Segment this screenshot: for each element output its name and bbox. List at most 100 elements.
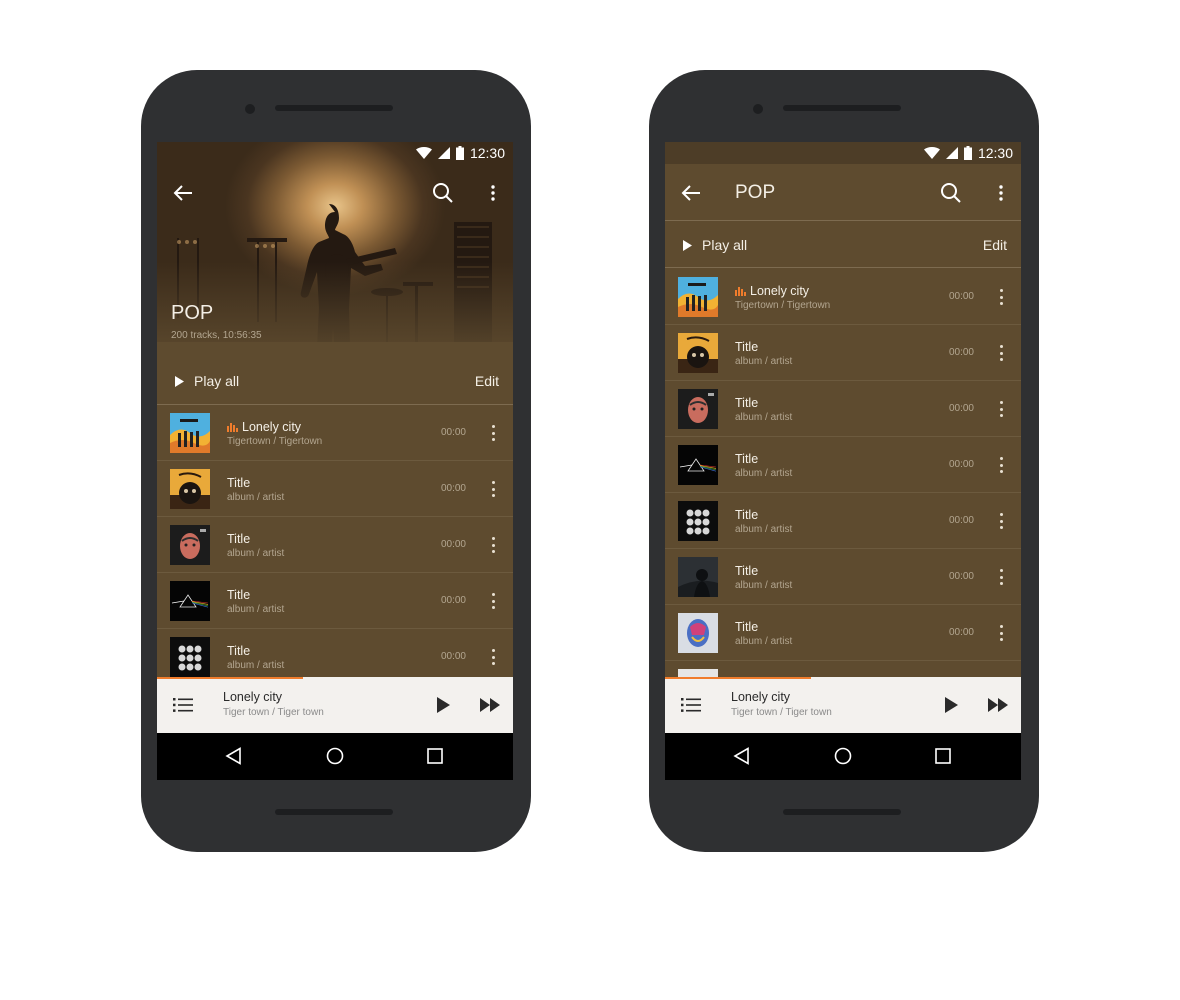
back-button[interactable] <box>677 179 705 207</box>
track-more-button[interactable] <box>489 591 497 611</box>
queue-button[interactable] <box>169 691 197 719</box>
queue-button[interactable] <box>677 691 705 719</box>
track-more-button[interactable] <box>997 287 1005 307</box>
album-art-4 <box>170 581 210 621</box>
track-duration: 00:00 <box>948 515 974 526</box>
track-more-button[interactable] <box>997 399 1005 419</box>
arrow-left-icon <box>681 185 700 201</box>
album-art-4 <box>678 445 718 485</box>
front-camera <box>753 104 763 114</box>
playlist-info: 200 tracks, 10:56:35 <box>171 330 262 341</box>
nav-back-button[interactable] <box>728 742 756 770</box>
nav-home-icon <box>326 747 344 765</box>
system-nav-bar <box>665 733 1021 780</box>
track-row[interactable]: Title album / artist 00:00 <box>665 549 1021 605</box>
track-more-button[interactable] <box>489 535 497 555</box>
track-subtitle: album / artist <box>735 412 793 423</box>
play-all-button[interactable]: Play all <box>175 357 239 405</box>
cell-signal-icon <box>945 147 958 159</box>
track-more-button[interactable] <box>997 511 1005 531</box>
track-row[interactable]: Title album / artist 00:00 <box>665 493 1021 549</box>
play-button[interactable] <box>429 691 457 719</box>
fast-forward-icon <box>988 698 1008 712</box>
track-more-button[interactable] <box>489 423 497 443</box>
track-duration: 00:00 <box>440 483 466 494</box>
nav-home-button[interactable] <box>321 742 349 770</box>
cell-signal-icon <box>437 147 450 159</box>
overflow-menu-button[interactable] <box>479 179 507 207</box>
next-button[interactable] <box>476 691 504 719</box>
track-title: Title <box>227 476 251 490</box>
nav-home-button[interactable] <box>829 742 857 770</box>
album-art-1 <box>170 413 210 453</box>
next-button[interactable] <box>984 691 1012 719</box>
track-row[interactable]: Title album / artist 00:00 <box>665 381 1021 437</box>
track-duration: 00:00 <box>948 403 974 414</box>
search-button[interactable] <box>937 179 965 207</box>
system-nav-bar <box>157 733 513 780</box>
track-title: Title <box>227 588 251 602</box>
mini-player-title: Lonely city <box>731 690 791 704</box>
track-subtitle: album / artist <box>735 524 793 535</box>
nav-back-button[interactable] <box>220 742 248 770</box>
mini-player[interactable]: Lonely city Tiger town / Tiger town <box>665 677 1021 733</box>
play-icon <box>436 697 450 713</box>
status-bar: 12:30 <box>157 142 513 164</box>
play-button[interactable] <box>937 691 965 719</box>
edit-button[interactable]: Edit <box>983 221 1007 269</box>
play-icon <box>683 239 692 251</box>
playlist-title: POP <box>171 302 214 324</box>
nav-recents-button[interactable] <box>929 742 957 770</box>
track-row[interactable]: Title album / artist 00:00 <box>157 517 513 573</box>
status-time: 12:30 <box>469 145 505 161</box>
playback-progress-bar <box>665 677 811 679</box>
phone-right: 12:30 POP Play all Edit Lonely city Tige… <box>649 70 1039 852</box>
album-art-7 <box>678 613 718 653</box>
earpiece-speaker <box>275 105 393 111</box>
track-row[interactable]: Title album / artist 00:00 <box>157 461 513 517</box>
track-duration: 00:00 <box>948 459 974 470</box>
phone-left: 12:30 POP 200 tracks, 10:56:35 Play all … <box>141 70 531 852</box>
queue-list-icon <box>173 698 193 712</box>
search-button[interactable] <box>429 179 457 207</box>
track-row[interactable]: Lonely city Tigertown / Tigertown 00:00 <box>665 269 1021 325</box>
mini-player-title: Lonely city <box>223 690 283 704</box>
track-subtitle: Tigertown / Tigertown <box>227 436 323 447</box>
track-title: Title <box>735 620 759 634</box>
nav-recents-button[interactable] <box>421 742 449 770</box>
album-art-2 <box>678 333 718 373</box>
edit-button[interactable]: Edit <box>475 357 499 405</box>
play-all-label: Play all <box>194 373 240 389</box>
nav-home-icon <box>834 747 852 765</box>
track-row[interactable]: Title album / artist 00:00 <box>665 325 1021 381</box>
wifi-icon <box>923 147 940 159</box>
track-title: Title <box>735 340 759 354</box>
nav-recents-icon <box>427 748 443 764</box>
track-title: Title <box>735 396 759 410</box>
track-more-button[interactable] <box>997 455 1005 475</box>
back-button[interactable] <box>169 179 197 207</box>
status-bar: 12:30 <box>665 142 1021 164</box>
track-subtitle: album / artist <box>227 660 285 671</box>
equalizer-icon <box>227 423 238 432</box>
track-more-button[interactable] <box>489 647 497 667</box>
track-row[interactable]: Lonely city Tigertown / Tigertown 00:00 <box>157 405 513 461</box>
track-more-button[interactable] <box>997 343 1005 363</box>
track-more-button[interactable] <box>489 479 497 499</box>
track-more-button[interactable] <box>997 623 1005 643</box>
track-duration: 00:00 <box>440 427 466 438</box>
search-icon <box>433 183 453 203</box>
wifi-icon <box>415 147 432 159</box>
play-all-button[interactable]: Play all <box>683 221 747 269</box>
album-art-1 <box>678 277 718 317</box>
mini-player[interactable]: Lonely city Tiger town / Tiger town <box>157 677 513 733</box>
track-row[interactable]: Title album / artist 00:00 <box>665 605 1021 661</box>
track-row[interactable]: Title album / artist 00:00 <box>157 573 513 629</box>
equalizer-icon <box>735 287 746 296</box>
earpiece-speaker <box>783 105 901 111</box>
track-more-button[interactable] <box>997 567 1005 587</box>
overflow-menu-button[interactable] <box>987 179 1015 207</box>
track-duration: 00:00 <box>440 651 466 662</box>
track-row[interactable]: Title album / artist 00:00 <box>665 437 1021 493</box>
bottom-speaker <box>783 809 901 815</box>
